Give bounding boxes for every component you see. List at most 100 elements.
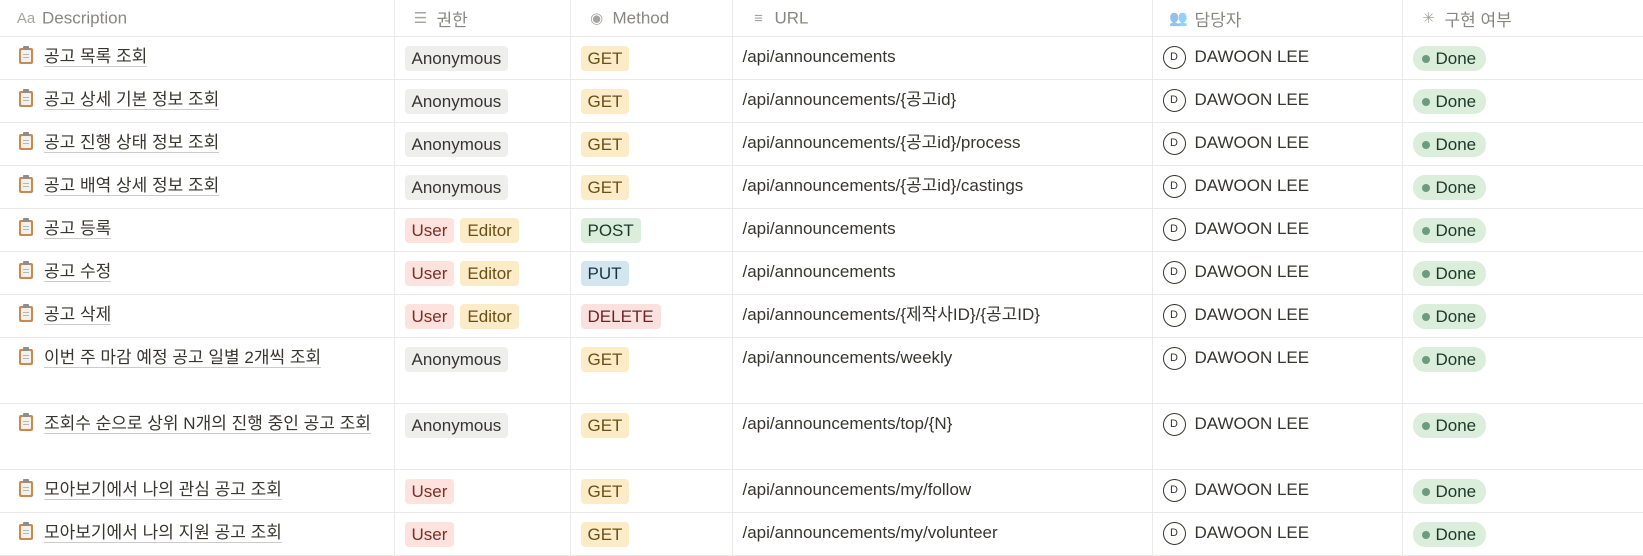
status-cell[interactable]: Done xyxy=(1402,79,1643,123)
assignee-cell[interactable]: D DAWOON LEE xyxy=(1152,79,1403,123)
status-badge[interactable]: Done xyxy=(1412,479,1487,504)
url-cell[interactable]: /api/announcements/{제작사ID}/{공고ID} xyxy=(732,294,1153,338)
role-tag[interactable]: Anonymous xyxy=(404,413,509,438)
column-header-assignee[interactable]: 👥 담당자 xyxy=(1152,0,1403,37)
role-tag[interactable]: Anonymous xyxy=(404,89,509,114)
page-title-link[interactable]: 공고 진행 상태 정보 조회 xyxy=(44,133,220,153)
assignee[interactable]: D DAWOON LEE xyxy=(1162,45,1392,69)
method-cell[interactable]: GET xyxy=(570,122,733,166)
role-tag[interactable]: Editor xyxy=(460,218,519,243)
roles-cell[interactable]: Anonymous xyxy=(394,403,571,470)
page-title-link[interactable]: 조회수 순으로 상위 N개의 진행 중인 공고 조회 xyxy=(44,414,371,434)
page-title-link[interactable]: 모아보기에서 나의 지원 공고 조회 xyxy=(44,523,282,543)
role-tag[interactable]: Anonymous xyxy=(404,347,509,372)
url-cell[interactable]: /api/announcements/my/follow xyxy=(732,469,1153,513)
roles-cell[interactable]: Anonymous xyxy=(394,36,571,80)
status-badge[interactable]: Done xyxy=(1412,132,1487,157)
description-cell[interactable]: 공고 상세 기본 정보 조회 xyxy=(0,79,395,123)
url-cell[interactable]: /api/announcements/my/volunteer xyxy=(732,512,1153,556)
page-title-link[interactable]: 공고 상세 기본 정보 조회 xyxy=(44,90,220,110)
url-cell[interactable]: /api/announcements/weekly xyxy=(732,337,1153,404)
roles-cell[interactable]: User xyxy=(394,512,571,556)
method-tag[interactable]: GET xyxy=(580,413,630,438)
role-tag[interactable]: User xyxy=(404,479,455,504)
status-badge[interactable]: Done xyxy=(1412,218,1487,243)
assignee[interactable]: D DAWOON LEE xyxy=(1162,521,1392,545)
table-row[interactable]: 모아보기에서 나의 관심 공고 조회 User GET /api/announc… xyxy=(0,469,1643,513)
method-tag[interactable]: GET xyxy=(580,132,630,157)
table-row[interactable]: 이번 주 마감 예정 공고 일별 2개씩 조회 Anonymous GET /a… xyxy=(0,337,1643,404)
url-cell[interactable]: /api/announcements xyxy=(732,36,1153,80)
status-cell[interactable]: Done xyxy=(1402,403,1643,470)
status-cell[interactable]: Done xyxy=(1402,512,1643,556)
page-title-link[interactable]: 이번 주 마감 예정 공고 일별 2개씩 조회 xyxy=(44,348,322,368)
table-row[interactable]: 조회수 순으로 상위 N개의 진행 중인 공고 조회 Anonymous GET… xyxy=(0,403,1643,470)
role-tag[interactable]: Anonymous xyxy=(404,175,509,200)
status-cell[interactable]: Done xyxy=(1402,122,1643,166)
method-tag[interactable]: GET xyxy=(580,46,630,71)
table-row[interactable]: 공고 삭제 User Editor DELETE /api/announcemen… xyxy=(0,294,1643,338)
method-cell[interactable]: GET xyxy=(570,79,733,123)
description-cell[interactable]: 공고 삭제 xyxy=(0,294,395,338)
role-tag[interactable]: Anonymous xyxy=(404,46,509,71)
url-cell[interactable]: /api/announcements xyxy=(732,208,1153,252)
roles-cell[interactable]: Anonymous xyxy=(394,79,571,123)
assignee[interactable]: D DAWOON LEE xyxy=(1162,88,1392,112)
column-header-method[interactable]: ◉ Method xyxy=(570,0,733,37)
role-tag[interactable]: Editor xyxy=(460,261,519,286)
description-cell[interactable]: 이번 주 마감 예정 공고 일별 2개씩 조회 xyxy=(0,337,395,404)
assignee[interactable]: D DAWOON LEE xyxy=(1162,478,1392,502)
table-row[interactable]: 공고 상세 기본 정보 조회 Anonymous GET /api/announ… xyxy=(0,79,1643,123)
role-tag[interactable]: User xyxy=(404,522,455,547)
method-cell[interactable]: PUT xyxy=(570,251,733,295)
url-cell[interactable]: /api/announcements/{공고id} xyxy=(732,79,1153,123)
url-cell[interactable]: /api/announcements/{공고id}/castings xyxy=(732,165,1153,209)
status-badge[interactable]: Done xyxy=(1412,413,1487,438)
table-row[interactable]: 공고 수정 User Editor PUT /api/announcements … xyxy=(0,251,1643,295)
description-cell[interactable]: 공고 등록 xyxy=(0,208,395,252)
roles-cell[interactable]: User Editor xyxy=(394,208,571,252)
status-badge[interactable]: Done xyxy=(1412,46,1487,71)
role-tag[interactable]: Editor xyxy=(460,304,519,329)
role-tag[interactable]: User xyxy=(404,304,455,329)
table-row[interactable]: 공고 등록 User Editor POST /api/announcements… xyxy=(0,208,1643,252)
column-header-description[interactable]: Aa Description xyxy=(0,0,395,37)
status-cell[interactable]: Done xyxy=(1402,469,1643,513)
method-tag[interactable]: GET xyxy=(580,479,630,504)
page-title-link[interactable]: 공고 배역 상세 정보 조회 xyxy=(44,176,220,196)
assignee[interactable]: D DAWOON LEE xyxy=(1162,131,1392,155)
description-cell[interactable]: 공고 목록 조회 xyxy=(0,36,395,80)
description-cell[interactable]: 공고 진행 상태 정보 조회 xyxy=(0,122,395,166)
table-row[interactable]: 모아보기에서 나의 지원 공고 조회 User GET /api/announc… xyxy=(0,512,1643,556)
status-badge[interactable]: Done xyxy=(1412,175,1487,200)
description-cell[interactable]: 모아보기에서 나의 관심 공고 조회 xyxy=(0,469,395,513)
description-cell[interactable]: 공고 수정 xyxy=(0,251,395,295)
assignee[interactable]: D DAWOON LEE xyxy=(1162,346,1392,370)
assignee[interactable]: D DAWOON LEE xyxy=(1162,303,1392,327)
assignee-cell[interactable]: D DAWOON LEE xyxy=(1152,165,1403,209)
roles-cell[interactable]: Anonymous xyxy=(394,337,571,404)
assignee-cell[interactable]: D DAWOON LEE xyxy=(1152,251,1403,295)
method-cell[interactable]: POST xyxy=(570,208,733,252)
page-title-link[interactable]: 공고 등록 xyxy=(44,219,112,239)
method-cell[interactable]: GET xyxy=(570,337,733,404)
description-cell[interactable]: 조회수 순으로 상위 N개의 진행 중인 공고 조회 xyxy=(0,403,395,470)
page-title-link[interactable]: 공고 수정 xyxy=(44,262,112,282)
status-cell[interactable]: Done xyxy=(1402,337,1643,404)
roles-cell[interactable]: Anonymous xyxy=(394,165,571,209)
table-row[interactable]: 공고 배역 상세 정보 조회 Anonymous GET /api/announ… xyxy=(0,165,1643,209)
page-title-link[interactable]: 공고 목록 조회 xyxy=(44,47,148,67)
method-cell[interactable]: GET xyxy=(570,512,733,556)
column-header-url[interactable]: ≡ URL xyxy=(732,0,1153,37)
status-badge[interactable]: Done xyxy=(1412,261,1487,286)
roles-cell[interactable]: User Editor xyxy=(394,251,571,295)
assignee-cell[interactable]: D DAWOON LEE xyxy=(1152,469,1403,513)
description-cell[interactable]: 공고 배역 상세 정보 조회 xyxy=(0,165,395,209)
status-badge[interactable]: Done xyxy=(1412,304,1487,329)
status-cell[interactable]: Done xyxy=(1402,36,1643,80)
assignee[interactable]: D DAWOON LEE xyxy=(1162,217,1392,241)
method-tag[interactable]: POST xyxy=(580,218,641,243)
assignee[interactable]: D DAWOON LEE xyxy=(1162,412,1392,436)
description-cell[interactable]: 모아보기에서 나의 지원 공고 조회 xyxy=(0,512,395,556)
assignee[interactable]: D DAWOON LEE xyxy=(1162,260,1392,284)
